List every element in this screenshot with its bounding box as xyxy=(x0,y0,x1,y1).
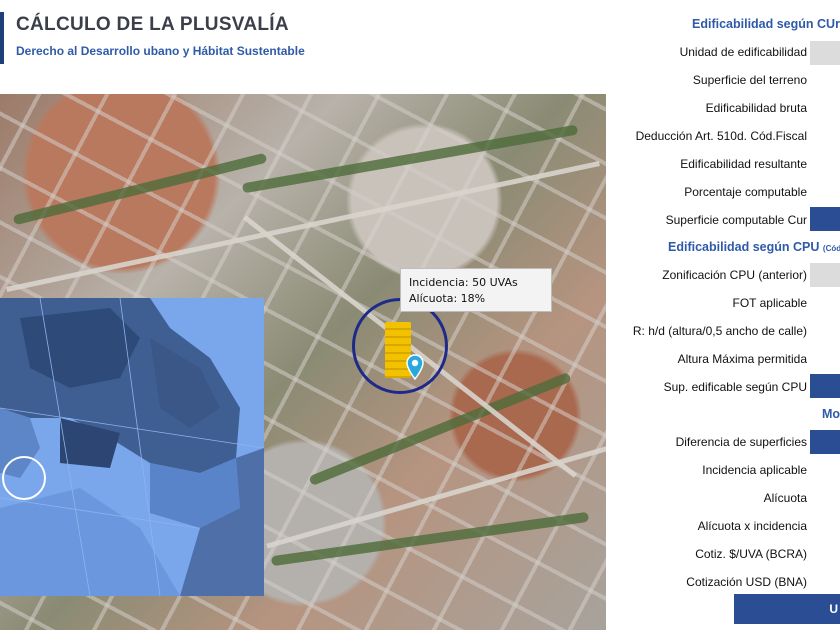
row-incidencia-aplicable: Incidencia aplicable xyxy=(702,463,807,477)
page-subtitle: Derecho al Desarrollo ubano y Hábitat Su… xyxy=(16,44,305,58)
row-altura-maxima: Altura Máxima permitida xyxy=(677,352,807,366)
row-porcentaje-computable: Porcentaje computable xyxy=(684,185,807,199)
value-cell xyxy=(810,263,840,287)
row-superficie-computable: Superficie computable Cur xyxy=(665,213,807,227)
tree-row xyxy=(270,511,590,567)
tooltip-incidencia: Incidencia: 50 UVAs xyxy=(409,276,518,289)
row-alicuota-x-incidencia: Alícuota x incidencia xyxy=(697,519,807,533)
row-cotiz-uva: Cotiz. $/UVA (BCRA) xyxy=(695,547,807,561)
city-locator-map xyxy=(0,298,264,596)
row-zonificacion: Zonificación CPU (anterior) xyxy=(662,268,807,282)
page-title: CÁLCULO DE LA PLUSVALÍA xyxy=(16,14,289,35)
row-alicuota: Alícuota xyxy=(763,491,807,505)
row-superficie-terreno: Superficie del terreno xyxy=(692,73,807,87)
section-cur-heading: Edificabilidad según CUr (C xyxy=(692,17,840,31)
tree-row xyxy=(241,124,579,194)
location-pin-icon[interactable] xyxy=(406,354,424,380)
row-sup-edificable-cpu: Sup. edificable según CPU xyxy=(663,380,807,394)
row-deduccion: Deducción Art. 510d. Cód.Fiscal xyxy=(635,129,807,143)
slide-header: CÁLCULO DE LA PLUSVALÍA Derecho al Desar… xyxy=(0,0,620,70)
parcel-tooltip: Incidencia: 50 UVAs Alícuota: 18% xyxy=(400,268,552,312)
calculation-panel: Edificabilidad según CUr (C Unidad de ed… xyxy=(620,0,840,630)
row-fot: FOT aplicable xyxy=(732,296,807,310)
tooltip-alicuota: Alícuota: 18% xyxy=(409,292,486,305)
value-cell xyxy=(810,41,840,65)
row-cotizacion-usd: Cotización USD (BNA) xyxy=(686,575,807,589)
row-unidad-edificabilidad: Unidad de edificabilidad xyxy=(679,45,807,59)
section-cpu-heading: Edificabilidad según CPU (Código xyxy=(668,240,840,254)
row-relacion-hd: R: h/d (altura/0,5 ancho de calle) xyxy=(632,324,807,338)
accent-bar xyxy=(0,12,4,64)
row-diferencia-superficies: Diferencia de superficies xyxy=(675,435,807,449)
section-monto-heading: Mo xyxy=(822,407,840,421)
district-map-graphic xyxy=(0,298,264,596)
value-cell-highlight xyxy=(810,374,840,398)
tree-row xyxy=(12,152,268,226)
value-cell-highlight xyxy=(810,430,840,454)
value-cell-highlight xyxy=(810,207,840,231)
total-bar: U xyxy=(734,594,840,624)
row-edificabilidad-bruta: Edificabilidad bruta xyxy=(705,101,807,115)
row-edificabilidad-resultante: Edificabilidad resultante xyxy=(680,157,807,171)
